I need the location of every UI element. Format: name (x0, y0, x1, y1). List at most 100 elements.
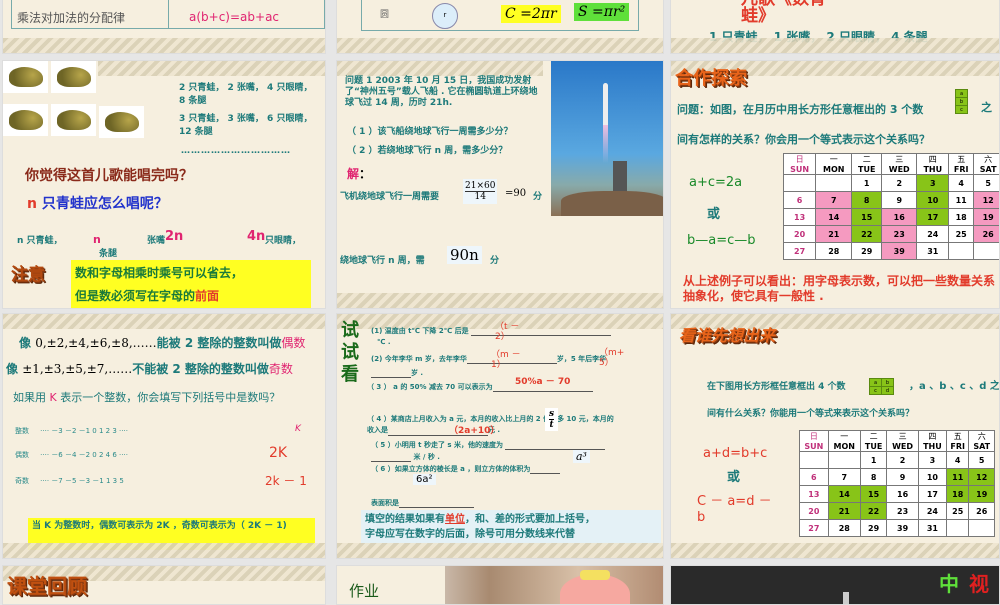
border-band (671, 38, 999, 53)
border-band (98, 61, 325, 76)
tip-box: 填空的结果如果有单位，和、差的形式要加上括号， 字母应写在数字的后面，除号可用分… (361, 510, 661, 546)
calendar-day: 4 (948, 174, 975, 192)
calendar-day: 20 (799, 502, 829, 520)
section-title: 看谁先想出来 (679, 326, 776, 345)
homework-title: 作业 (349, 582, 380, 600)
slide-thumbnail-circle[interactable]: 圆 r C =2πr S =πr² (336, 0, 664, 54)
calendar-day (946, 519, 970, 537)
note-line-1: 数和字母相乘时乘号可以省去， (75, 266, 244, 280)
slide-thumbnail-parity[interactable]: 像 0,±2,±4,±6,±8,……能被 2 整除的整数叫做偶数 像 ±1,±3… (2, 313, 326, 559)
calendar-header: 二 TUE (851, 153, 883, 175)
calendar-header: 三 WED (886, 430, 919, 452)
answer-5: st (545, 408, 559, 431)
calendar-header: 一 MON (815, 153, 853, 175)
calendar-header: 日 SUN (782, 153, 817, 175)
calendar-day: 17 (916, 208, 950, 226)
border-band (3, 543, 325, 558)
law-name: 乘法对加法的分配律 (17, 11, 126, 25)
calendar-day: 27 (799, 519, 829, 537)
slide-thumbnail-try-it[interactable]: 试试看 (1) 温度由 t℃ 下降 2℃ 后是 （t － 2） ℃ . (2) … (336, 313, 664, 559)
law-formula: a(b+c)=ab+ac (189, 10, 280, 24)
calendar-day: 18 (946, 485, 970, 503)
slide-thumbnail-frogs[interactable]: 2 只青蛙， 2 张嘴， 4 只眼睛， 8 条腿 3 只青蛙， 3 张嘴， 6 … (2, 60, 326, 309)
calendar-day: 6 (782, 191, 817, 209)
calendar-day: 39 (881, 242, 918, 260)
calendar-day: 2 (881, 174, 918, 192)
question-1: (1) 温度由 t℃ 下降 2℃ 后是 (371, 326, 612, 336)
logo-char-1: 中 (939, 572, 959, 596)
calendar-day: 24 (916, 225, 950, 243)
calendar-day: 9 (881, 191, 918, 209)
question-finish: 你觉得这首儿歌能唱完吗？ (25, 168, 193, 184)
calendar-day: 3 (916, 174, 950, 192)
calendar-day: 8 (859, 468, 888, 486)
calendar-day: 15 (851, 208, 883, 226)
slide-thumbnail-rocket[interactable]: 问题 1 2003 年 10 月 15 日，我国成功发射了“神州五号”载人飞船 … (336, 60, 664, 309)
calendar-day: 7 (815, 191, 853, 209)
calendar-day (782, 174, 817, 192)
question-suffix: 之 (981, 101, 992, 114)
solution-line-2: 绕地球飞行 n 周，需 (340, 256, 425, 266)
answer-1: （t － 2） (495, 322, 520, 342)
slide-thumbnail-calendar-3[interactable]: 合作探索 问题：如图，在月历中用长方形任意框出的 3 个数 abc 之 间有怎样… (670, 60, 1000, 309)
frog-image (99, 106, 144, 138)
question-1: （ 1 ）该飞船绕地球飞行一周需多少分？ (347, 127, 513, 137)
slide-thumbnail-homework[interactable]: 作业 (336, 565, 664, 605)
frog-image (51, 104, 96, 136)
calendar-day: 39 (886, 519, 919, 537)
even-row: 偶数 ···· －6 －4 －2 0 2 4 6 ···· (15, 451, 128, 459)
ellipsis-dots: …………………………… (181, 146, 291, 156)
calendar: 日 SUN 一 MON 二 TUE 三 WED 四 THU 五 FRI 六 SAT 1 2 3 4 5 6 7 8 9 10 1… (782, 153, 999, 260)
slide-thumbnail-review[interactable]: 课堂回顾 (2, 565, 326, 605)
calendar-day: 27 (782, 242, 817, 260)
frog-image (51, 61, 96, 93)
2n-answer: 2n (165, 229, 184, 244)
question-5: （ 5 ）小明用 t 秒走了 s 米，他的速度为 (371, 440, 606, 450)
calendar-day (948, 242, 975, 260)
calendar-day: 25 (948, 225, 975, 243)
slide-thumbnail-song[interactable]: 儿歌《数青蛙》 1 只青蛙， 1 张嘴， 2 只眼睛， 4 条腿 (670, 0, 1000, 54)
calendar-header: 一 MON (827, 430, 861, 452)
problem-text: 问题 1 2003 年 10 月 15 日，我国成功发射了“神州五号”载人飞船 … (345, 76, 538, 108)
calendar-day (799, 451, 829, 469)
abc-box: abc (955, 89, 968, 114)
fraction: 21×60 14 (463, 179, 498, 204)
note-box: 数和字母相乘时乘号可以省去， 但是数必须写在字母的前面 (71, 260, 311, 308)
calendar-day: 23 (886, 502, 919, 520)
question-5-unit: 米 / 秒 . (371, 452, 440, 462)
question-line-2: 间有什么关系？你能用一个等式来表示这个关系吗？ (707, 409, 915, 419)
calendar-day: 4 (946, 451, 970, 469)
border-band (3, 38, 325, 53)
calendar-header: 六 SAT (973, 153, 999, 175)
frog-image (3, 104, 48, 136)
calendar-day (815, 174, 853, 192)
question-line-1: 问题：如图，在月历中用长方形任意框出的 3 个数 (677, 103, 924, 116)
calendar-day: 10 (916, 191, 950, 209)
anime-image (445, 566, 663, 604)
slide-thumbnail-cctv[interactable]: 中 视 (670, 565, 1000, 605)
note-line-2: 但是数必须写在字母的前面 (75, 289, 220, 303)
n-answer: n (93, 233, 101, 246)
calendar-day: 29 (851, 242, 883, 260)
odd-definition: 像 ±1,±3,±5,±7,……不能被 2 整除的整数叫做奇数 (6, 362, 293, 376)
question-suffix: ，a 、b 、c 、d 之 (909, 381, 1000, 392)
calendar-header: 四 THU (917, 430, 948, 452)
calendar-day: 13 (799, 485, 829, 503)
solution-label: 解： (347, 167, 372, 181)
formula-2: b—a=c—b (687, 233, 756, 248)
question-line-1: 在下图用长方形框任意框出 4 个数 (707, 382, 846, 392)
calendar-day: 26 (968, 502, 995, 520)
question-6: （ 6 ）如果立方体的棱长是 a ，则立方体的体积为 (371, 464, 561, 474)
calendar-day: 14 (815, 208, 853, 226)
integer-row: 整数 ···· －3 －2 －1 0 1 2 3 ···· (15, 427, 128, 435)
calendar-day (968, 519, 995, 537)
unit-label: 分 (490, 256, 500, 266)
calendar-day: 19 (973, 208, 999, 226)
calendar-day: 11 (946, 468, 970, 486)
slide-thumbnail-calendar-4[interactable]: 看谁先想出来 在下图用长方形框任意框出 4 个数 abcd ，a 、b 、c 、… (670, 313, 1000, 559)
answer-4: （2a+10） (449, 426, 500, 436)
calendar-header: 日 SUN (799, 430, 829, 452)
calendar-day: 16 (886, 485, 919, 503)
slide-thumbnail-distributive[interactable]: 乘法对加法的分配律 a(b+c)=ab+ac (2, 0, 326, 54)
eyes-label: 只眼睛， (265, 236, 302, 246)
